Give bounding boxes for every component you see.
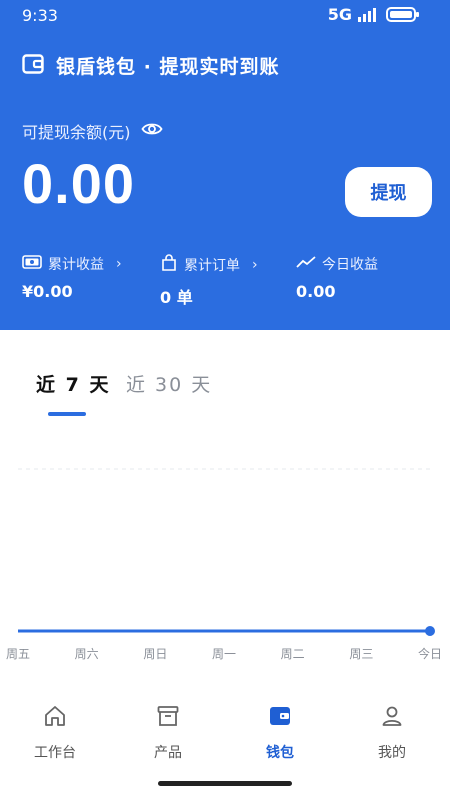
nav-label: 工作台 [34,745,76,761]
stat-label: 累计收益 [48,257,104,273]
home-icon [15,704,95,730]
stat-value: 0 单 [160,288,193,307]
chevron-right-icon: › [116,256,122,272]
x-axis-label: 周五 [6,647,30,661]
battery-icon [386,7,419,22]
wallet-logo-icon [22,53,44,78]
withdraw-button[interactable]: 提现 [345,167,432,217]
user-icon [352,704,432,730]
x-axis-label: 今日 [418,646,442,661]
balance-amount: 0.00 [22,152,135,215]
nav-label: 钱包 [266,745,294,761]
stat-label: 累计订单 [184,258,240,274]
network-type: 5G [327,5,352,24]
data-point-today[interactable] [425,626,435,636]
stat-label: 今日收益 [322,257,378,273]
nav-item-workbench[interactable]: 工作台 [15,704,95,762]
box-icon [128,704,208,730]
signal-icon [358,7,376,22]
nav-item-profile[interactable]: 我的 [352,704,432,762]
wallet-icon [240,704,320,730]
wallet-header: 9:33 5G 银盾钱包 · 提现实时到账 可提现余额(元) 0.00 提现 累… [0,0,450,330]
trend-icon [296,255,316,273]
stat-today-earnings: 今日收益 0.00 [296,254,378,301]
x-axis-label: 周日 [143,647,167,661]
money-icon [22,254,42,274]
balance-label: 可提现余额(元) [22,123,131,142]
app-title-row: 银盾钱包 · 提现实时到账 [22,52,279,79]
status-indicators: 5G [327,5,419,24]
balance-label-row: 可提现余额(元) [22,119,163,143]
earnings-chart-svg: 周五 周六 周日 周一 周二 周三 今日 [6,468,442,661]
stat-value: ¥0.00 [22,282,73,301]
x-axis-label: 周二 [281,647,305,661]
active-tab-indicator [48,412,86,416]
x-axis-label: 周一 [212,647,236,661]
period-tabs: 近 7 天 近 30 天 [0,362,450,422]
home-indicator [158,781,292,786]
nav-label: 产品 [154,745,182,761]
nav-label: 我的 [378,745,406,761]
nav-item-products[interactable]: 产品 [128,704,208,762]
chevron-right-icon: › [252,257,258,273]
status-time: 9:33 [22,6,58,25]
bag-icon [160,254,178,276]
tab-7-days[interactable]: 近 7 天 [36,370,110,397]
earnings-chart: 周五 周六 周日 周一 周二 周三 今日 [0,455,450,675]
stat-total-earnings[interactable]: 累计收益 › ¥0.00 [22,254,122,301]
eye-icon[interactable] [140,121,163,141]
status-bar: 9:33 5G [0,0,450,30]
stat-total-orders[interactable]: 累计订单 › 0 单 [160,254,258,308]
x-axis-label: 周六 [75,647,99,661]
app-title: 银盾钱包 · 提现实时到账 [56,56,280,78]
stat-value: 0.00 [296,282,336,301]
tab-30-days[interactable]: 近 30 天 [126,370,212,397]
nav-item-wallet[interactable]: 钱包 [240,704,320,762]
x-axis-label: 周三 [349,647,373,661]
